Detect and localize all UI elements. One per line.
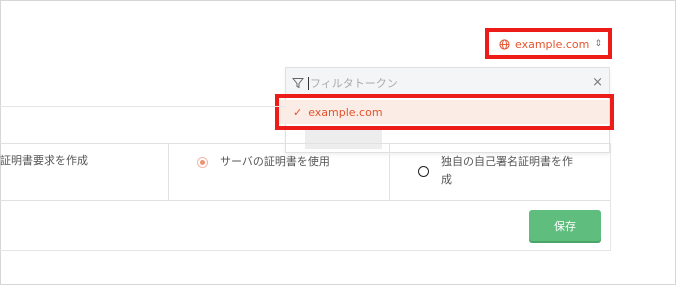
radio-unselected[interactable] (418, 166, 429, 177)
globe-icon (499, 38, 510, 50)
option-self-signed-label-line2: 成 (441, 173, 452, 186)
certificate-options: 証明書要求を作成 サーバの証明書を使用 独自の自己署名証明書を作 成 (0, 143, 611, 201)
filter-input[interactable] (310, 76, 580, 90)
checkmark-icon: ✓ (293, 105, 303, 119)
option-create-csr-label: 証明書要求を作成 (0, 154, 88, 167)
card-right-border (610, 153, 611, 250)
radio-selected[interactable] (197, 157, 208, 168)
text-cursor (308, 76, 309, 90)
option-self-signed[interactable]: 独自の自己署名証明書を作 成 (389, 143, 611, 201)
domain-selector-value: example.com (515, 37, 590, 51)
updown-chevron-icon: ⇕ (594, 38, 602, 49)
card-top-border (0, 106, 285, 107)
card-bottom-border (0, 250, 611, 251)
dropdown-option-selected[interactable]: ✓ example.com (279, 100, 609, 124)
close-icon[interactable]: × (592, 76, 603, 89)
option-use-server-cert-label: サーバの証明書を使用 (220, 155, 330, 168)
option-self-signed-label-line1: 独自の自己署名証明書を作 (441, 155, 573, 168)
filter-funnel-icon (292, 78, 304, 89)
option-create-csr[interactable]: 証明書要求を作成 (0, 143, 169, 201)
option-use-server-cert[interactable]: サーバの証明書を使用 (169, 143, 390, 201)
filter-row: × (286, 68, 609, 98)
save-button[interactable]: 保存 (529, 210, 601, 241)
dropdown-option-label: example.com (308, 105, 383, 119)
domain-selector[interactable]: example.com ⇕ (491, 32, 608, 56)
